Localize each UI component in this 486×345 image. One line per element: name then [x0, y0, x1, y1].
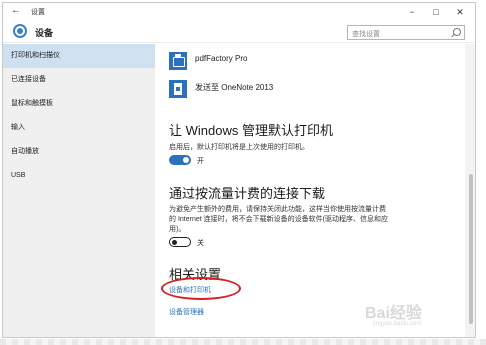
default-printer-heading: 让 Windows 管理默认打印机 — [169, 123, 333, 138]
sidebar-item-label: 输入 — [11, 124, 25, 131]
printer-icon — [169, 52, 187, 70]
document-icon — [169, 80, 187, 98]
gear-icon — [13, 24, 27, 38]
sidebar-item-printers-scanners[interactable]: 打印机和扫描仪 — [3, 44, 155, 68]
metered-download-toggle-label: 关 — [197, 240, 204, 247]
main-content: pdfFactory Pro 发送至 OneNote 2013 让 Window… — [155, 44, 467, 337]
sidebar-item-mouse-touchpad[interactable]: 鼠标和触摸板 — [3, 92, 155, 116]
sidebar-item-label: USB — [11, 172, 26, 179]
back-arrow-icon[interactable]: ← — [11, 5, 21, 16]
search-input[interactable]: 查找设置 — [347, 25, 465, 40]
scroll-thumb[interactable] — [469, 174, 473, 324]
printer-name: 发送至 OneNote 2013 — [195, 83, 274, 92]
metered-download-toggle[interactable] — [169, 237, 191, 247]
highlight-circle — [161, 277, 241, 300]
scrollbar[interactable] — [465, 44, 475, 337]
page-header: 设备 查找设置 — [3, 21, 475, 43]
sidebar-item-connected-devices[interactable]: 已连接设备 — [3, 68, 155, 92]
minimize-button[interactable]: − — [401, 5, 423, 19]
metered-download-description: 为避免产生额外的费用，请保持关闭此功能，这样当你使用按流量计费的 Interne… — [169, 206, 388, 233]
page-title: 设备 — [35, 28, 54, 38]
default-printer-toggle-label: 开 — [197, 158, 204, 165]
sidebar-item-label: 鼠标和触摸板 — [11, 100, 53, 107]
sidebar-item-usb[interactable]: USB — [3, 164, 155, 188]
sidebar-item-label: 自动播放 — [11, 148, 39, 155]
metered-download-heading: 通过按流量计费的连接下载 — [169, 186, 326, 201]
default-printer-toggle[interactable] — [169, 155, 191, 165]
watermark-url: jingyan.baidu.com — [373, 321, 422, 327]
bottom-edge — [0, 339, 486, 345]
search-placeholder: 查找设置 — [352, 31, 380, 38]
sidebar-item-autoplay[interactable]: 自动播放 — [3, 140, 155, 164]
sidebar: 打印机和扫描仪 已连接设备 鼠标和触摸板 输入 自动播放 USB — [3, 44, 155, 337]
search-icon[interactable] — [453, 28, 461, 36]
default-printer-description: 启用后，默认打印机将是上次使用的打印机。 — [169, 144, 309, 151]
settings-window: ← 设置 − □ ✕ 设备 查找设置 打印机和扫描仪 已连接设备 鼠标和触摸板 … — [2, 2, 476, 338]
sidebar-item-label: 打印机和扫描仪 — [11, 52, 60, 59]
close-button[interactable]: ✕ — [449, 5, 471, 19]
watermark-brand: Bai经验 — [365, 305, 422, 322]
device-manager-link[interactable]: 设备管理器 — [169, 307, 204, 317]
sidebar-item-typing[interactable]: 输入 — [3, 116, 155, 140]
maximize-button[interactable]: □ — [425, 5, 447, 19]
sidebar-item-label: 已连接设备 — [11, 76, 46, 83]
title-bar: ← 设置 − □ ✕ — [3, 3, 475, 21]
window-title: 设置 — [31, 9, 45, 16]
printer-name: pdfFactory Pro — [195, 54, 248, 63]
